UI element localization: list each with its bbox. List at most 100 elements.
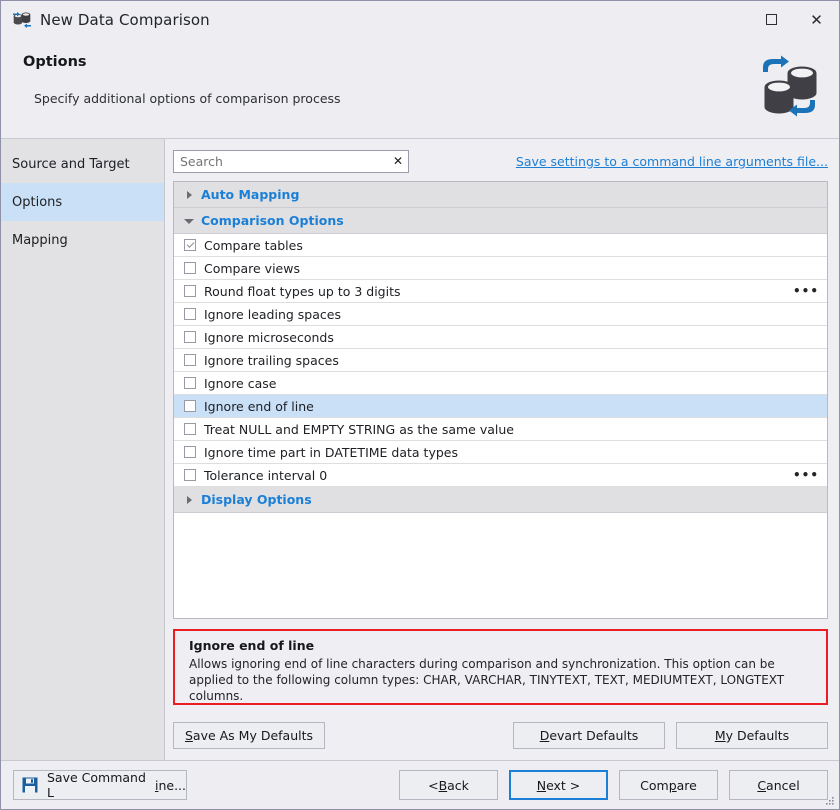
dialog-body: Source and Target Options Mapping ✕ Save… bbox=[1, 139, 839, 760]
group-header-comparison-options[interactable]: Comparison Options bbox=[174, 208, 827, 234]
page-title: Options bbox=[23, 54, 87, 70]
checkbox-icon[interactable] bbox=[184, 377, 196, 389]
option-row-round-float-types[interactable]: Round float types up to 3 digits ••• bbox=[174, 280, 827, 303]
next-button[interactable]: Next > bbox=[509, 770, 608, 800]
cancel-button[interactable]: Cancel bbox=[729, 770, 828, 800]
save-settings-link[interactable]: Save settings to a command line argument… bbox=[516, 154, 828, 169]
option-label: Ignore time part in DATETIME data types bbox=[204, 444, 458, 460]
page-subtitle: Specify additional options of comparison… bbox=[34, 91, 341, 106]
checkbox-icon[interactable] bbox=[184, 423, 196, 435]
description-title: Ignore end of line bbox=[189, 638, 315, 653]
accel-char: p bbox=[668, 777, 677, 793]
search-box[interactable]: ✕ bbox=[173, 149, 409, 173]
checkbox-icon[interactable] bbox=[184, 331, 196, 343]
checkbox-icon[interactable] bbox=[184, 262, 196, 274]
group-header-auto-mapping[interactable]: Auto Mapping bbox=[174, 182, 827, 208]
option-label: Ignore leading spaces bbox=[204, 306, 341, 322]
options-list[interactable]: Auto Mapping Comparison Options Compare … bbox=[173, 181, 828, 619]
button-label: ave As My Defaults bbox=[192, 727, 314, 743]
clear-search-icon[interactable]: ✕ bbox=[393, 155, 403, 167]
save-icon bbox=[22, 777, 38, 793]
option-row-compare-views[interactable]: Compare views bbox=[174, 257, 827, 280]
accel-char: N bbox=[536, 777, 547, 793]
checkbox-icon[interactable] bbox=[184, 400, 196, 412]
sidebar-item-label: Source and Target bbox=[12, 156, 130, 172]
option-label: Compare tables bbox=[204, 237, 303, 253]
button-label-post: are bbox=[676, 777, 697, 793]
group-label: Display Options bbox=[201, 492, 312, 507]
dialog-footer: Save Command Li ne... < Back Next > Com p a… bbox=[1, 760, 839, 809]
dialog-window: New Data Comparison ✕ Options Specify ad… bbox=[0, 0, 840, 810]
accel-char: M bbox=[714, 727, 726, 743]
sidebar-item-mapping[interactable]: Mapping bbox=[1, 221, 164, 259]
chevron-right-icon bbox=[183, 190, 195, 199]
option-row-treat-null-empty-same[interactable]: Treat NULL and EMPTY STRING as the same … bbox=[174, 418, 827, 441]
option-label: Ignore trailing spaces bbox=[204, 352, 339, 368]
page-header: Options Specify additional options of co… bbox=[1, 38, 839, 139]
accel-char: D bbox=[539, 727, 550, 743]
ellipsis-button[interactable]: ••• bbox=[793, 285, 819, 297]
button-label: evart Defaults bbox=[549, 727, 639, 743]
button-label-pre: Com bbox=[640, 777, 669, 793]
option-label: Ignore end of line bbox=[204, 398, 314, 414]
checkbox-icon[interactable] bbox=[184, 469, 196, 481]
option-row-ignore-trailing-spaces[interactable]: Ignore trailing spaces bbox=[174, 349, 827, 372]
my-defaults-button[interactable]: My Defaults bbox=[676, 721, 828, 749]
checkbox-icon[interactable] bbox=[184, 354, 196, 366]
sidebar-item-source-and-target[interactable]: Source and Target bbox=[1, 145, 164, 183]
chevron-down-icon bbox=[183, 217, 195, 224]
ellipsis-button[interactable]: ••• bbox=[793, 469, 819, 481]
option-row-ignore-case[interactable]: Ignore case bbox=[174, 372, 827, 395]
database-sync-icon bbox=[755, 55, 823, 117]
option-label: Compare views bbox=[204, 260, 300, 276]
accel-char: C bbox=[757, 777, 767, 793]
group-label: Comparison Options bbox=[201, 213, 344, 228]
button-label: y Defaults bbox=[725, 727, 790, 743]
window-controls: ✕ bbox=[749, 1, 839, 38]
option-label: Treat NULL and EMPTY STRING as the same … bbox=[204, 421, 514, 437]
options-pane: ✕ Save settings to a command line argume… bbox=[165, 139, 839, 760]
button-label-pre: < bbox=[428, 777, 439, 793]
devart-defaults-button[interactable]: Devart Defaults bbox=[513, 721, 665, 749]
option-row-ignore-leading-spaces[interactable]: Ignore leading spaces bbox=[174, 303, 827, 326]
sidebar-item-label: Options bbox=[12, 194, 63, 210]
checkbox-icon[interactable] bbox=[184, 285, 196, 297]
button-label-post: ext > bbox=[546, 777, 581, 793]
save-command-line-button[interactable]: Save Command Li ne... bbox=[13, 770, 187, 800]
save-as-my-defaults-button[interactable]: Save As My Defaults bbox=[173, 721, 325, 749]
option-label: Round float types up to 3 digits bbox=[204, 283, 401, 299]
chevron-right-icon bbox=[183, 495, 195, 504]
option-label: Ignore case bbox=[204, 375, 277, 391]
checkbox-icon[interactable] bbox=[184, 446, 196, 458]
group-label: Auto Mapping bbox=[201, 187, 300, 202]
button-label-pre: Save Command L bbox=[47, 770, 146, 800]
window-title: New Data Comparison bbox=[40, 10, 210, 29]
sidebar-item-options[interactable]: Options bbox=[1, 183, 164, 221]
accel-char: S bbox=[184, 727, 193, 743]
description-text: Allows ignoring end of line characters d… bbox=[189, 657, 785, 704]
option-row-ignore-end-of-line[interactable]: Ignore end of line bbox=[174, 395, 827, 418]
title-bar: New Data Comparison ✕ bbox=[1, 1, 839, 38]
footer-navigation: < Back Next > Com p are Cancel bbox=[388, 770, 828, 800]
group-header-display-options[interactable]: Display Options bbox=[174, 487, 827, 513]
button-label-post: ne... bbox=[158, 777, 186, 793]
wizard-sidebar: Source and Target Options Mapping bbox=[1, 139, 165, 760]
defaults-button-row: Save As My Defaults Devart Defaults My D… bbox=[173, 705, 828, 755]
checkbox-icon[interactable] bbox=[184, 308, 196, 320]
close-button[interactable]: ✕ bbox=[794, 1, 839, 38]
search-input[interactable] bbox=[174, 150, 408, 172]
option-row-ignore-microseconds[interactable]: Ignore microseconds bbox=[174, 326, 827, 349]
checkbox-checked-icon[interactable] bbox=[184, 239, 196, 251]
option-row-compare-tables[interactable]: Compare tables bbox=[174, 234, 827, 257]
option-label: Ignore microseconds bbox=[204, 329, 334, 345]
accel-char: B bbox=[438, 777, 448, 793]
compare-button[interactable]: Com p are bbox=[619, 770, 718, 800]
sidebar-item-label: Mapping bbox=[12, 232, 68, 248]
back-button[interactable]: < Back bbox=[399, 770, 498, 800]
maximize-button[interactable] bbox=[749, 1, 794, 38]
resize-grip-icon[interactable] bbox=[824, 795, 836, 807]
search-row: ✕ Save settings to a command line argume… bbox=[173, 149, 828, 173]
option-row-ignore-time-part[interactable]: Ignore time part in DATETIME data types bbox=[174, 441, 827, 464]
button-label-post: ancel bbox=[766, 777, 800, 793]
option-row-tolerance-interval[interactable]: Tolerance interval 0 ••• bbox=[174, 464, 827, 487]
